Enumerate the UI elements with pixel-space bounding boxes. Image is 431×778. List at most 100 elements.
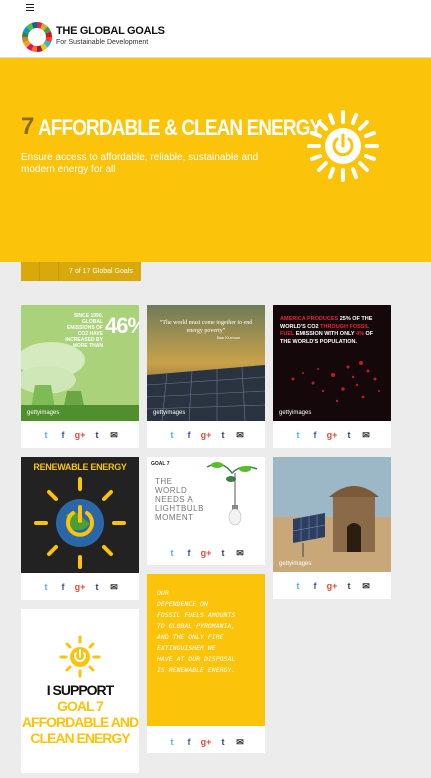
- media-card[interactable]: RENEWABLE ENERGY t f g+ t ✉: [21, 457, 139, 600]
- twitter-icon[interactable]: t: [166, 429, 178, 441]
- tumblr-icon[interactable]: t: [91, 429, 103, 441]
- quote-line: HAVE AT OUR DISPOSAL: [157, 655, 236, 663]
- google-plus-icon[interactable]: g+: [200, 736, 212, 748]
- email-icon[interactable]: ✉: [234, 736, 246, 748]
- quote-line: IS RENEWABLE ENERGY.: [157, 666, 236, 674]
- brand-name[interactable]: THE GLOBAL GOALS For Sustainable Develop…: [56, 26, 165, 48]
- facebook-icon[interactable]: f: [183, 736, 195, 748]
- email-icon[interactable]: ✉: [234, 429, 246, 441]
- support-line: GOAL 7: [57, 698, 104, 714]
- america-stat-e: 4%: [356, 331, 364, 337]
- card-image-quote[interactable]: OUR DEPENDENCE ON FOSSIL FUELS AMOUNTS T…: [147, 574, 265, 726]
- getty-watermark: gettyimages: [279, 561, 312, 567]
- email-icon[interactable]: ✉: [360, 429, 372, 441]
- emissions-percent: 46%: [105, 313, 139, 338]
- card-image-renewable-energy[interactable]: RENEWABLE ENERGY: [21, 457, 139, 573]
- lightbulb-vine-illustration: [206, 462, 258, 526]
- hamburger-menu-icon[interactable]: [26, 4, 34, 11]
- share-bar: t f g+ t ✉: [273, 429, 391, 441]
- top-bar: THE GLOBAL GOALS For Sustainable Develop…: [0, 0, 431, 58]
- goal-count-label: 7 of 17 Global Goals: [59, 262, 141, 281]
- quote-credit: Ban Ki-moon: [217, 335, 241, 340]
- twitter-icon[interactable]: t: [40, 581, 52, 593]
- goal-hero: 7 AFFORDABLE & CLEAN ENERGY Ensure acces…: [0, 58, 431, 262]
- brand-title: THE GLOBAL GOALS: [56, 25, 165, 37]
- tumblr-icon[interactable]: t: [217, 547, 229, 559]
- share-bar: t f g+ t ✉: [147, 547, 265, 559]
- share-bar: t f g+ t ✉: [21, 429, 139, 441]
- getty-watermark: gettyimages: [153, 410, 186, 416]
- getty-watermark: gettyimages: [27, 410, 60, 416]
- card-image-hut-solar[interactable]: gettyimages: [273, 457, 391, 572]
- quote-line: TO GLOBAL PYROMANIA,: [157, 622, 236, 630]
- facebook-icon[interactable]: f: [183, 429, 195, 441]
- quote-line: DEPENDENCE ON: [157, 600, 208, 608]
- card-image-i-support[interactable]: I SUPPORT GOAL 7 AFFORDABLE AND CLEAN EN…: [21, 609, 139, 773]
- quote-line: FOSSIL FUELS AMOUNTS: [157, 611, 236, 619]
- america-stat-text: AMERICA PRODUCES 25% OF THE WORLD'S CO2 …: [280, 316, 380, 346]
- google-plus-icon[interactable]: g+: [74, 581, 86, 593]
- next-goal-button[interactable]: [40, 262, 59, 281]
- media-card[interactable]: AMERICA PRODUCES 25% OF THE WORLD'S CO2 …: [273, 305, 391, 448]
- google-plus-icon[interactable]: g+: [200, 547, 212, 559]
- google-plus-icon[interactable]: g+: [200, 429, 212, 441]
- twitter-icon[interactable]: t: [292, 580, 304, 592]
- support-line: CLEAN ENERGY: [30, 730, 130, 746]
- emissions-text: SINCE 1990, GLOBAL EMISSIONS OF CO2 HAVE…: [65, 313, 103, 349]
- goal-paginator: 7 of 17 Global Goals: [21, 262, 141, 281]
- twitter-icon[interactable]: t: [40, 429, 52, 441]
- media-card[interactable]: gettyimages t f g+ t ✉: [273, 457, 391, 599]
- support-line: AFFORDABLE AND: [21, 714, 139, 730]
- email-icon[interactable]: ✉: [234, 547, 246, 559]
- support-text: I SUPPORT GOAL 7 AFFORDABLE AND CLEAN EN…: [21, 682, 139, 746]
- power-sun-icon: [59, 635, 101, 678]
- tumblr-icon[interactable]: t: [217, 429, 229, 441]
- quote-line: OUR: [157, 589, 169, 597]
- facebook-icon[interactable]: f: [309, 429, 321, 441]
- media-card[interactable]: GOAL 7 THE WORLD NEEDS A LIGHTBULB MOMEN…: [147, 457, 265, 565]
- globe-sun-icon: [34, 477, 126, 569]
- google-plus-icon[interactable]: g+: [326, 580, 338, 592]
- twitter-icon[interactable]: t: [166, 736, 178, 748]
- twitter-icon[interactable]: t: [292, 429, 304, 441]
- email-icon[interactable]: ✉: [108, 429, 120, 441]
- media-card[interactable]: “The world must come together to end ene…: [147, 305, 265, 448]
- america-stat-d: EMISSION WITH ONLY: [295, 331, 355, 337]
- tumblr-icon[interactable]: t: [91, 581, 103, 593]
- quote-line: AND THE ONLY FIRE: [157, 633, 224, 641]
- tumblr-icon[interactable]: t: [343, 429, 355, 441]
- card-image-lightbulb[interactable]: GOAL 7 THE WORLD NEEDS A LIGHTBULB MOMEN…: [147, 457, 265, 539]
- facebook-icon[interactable]: f: [309, 580, 321, 592]
- support-line: I SUPPORT: [46, 682, 114, 698]
- fossil-quote-text: OUR DEPENDENCE ON FOSSIL FUELS AMOUNTS T…: [157, 588, 261, 676]
- hut-solar-illustration: [273, 457, 391, 572]
- goal-description: Ensure access to affordable, reliable, s…: [21, 152, 259, 175]
- america-stat-a: AMERICA PRODUCES: [280, 316, 339, 322]
- twitter-icon[interactable]: t: [166, 547, 178, 559]
- email-icon[interactable]: ✉: [108, 581, 120, 593]
- google-plus-icon[interactable]: g+: [74, 429, 86, 441]
- getty-watermark: gettyimages: [279, 410, 312, 416]
- card-image-solar-panels[interactable]: “The world must come together to end ene…: [147, 305, 265, 421]
- google-plus-icon[interactable]: g+: [326, 429, 338, 441]
- email-icon[interactable]: ✉: [360, 580, 372, 592]
- facebook-icon[interactable]: f: [57, 581, 69, 593]
- tumblr-icon[interactable]: t: [343, 580, 355, 592]
- share-bar: t f g+ t ✉: [273, 580, 391, 592]
- page: THE GLOBAL GOALS For Sustainable Develop…: [0, 0, 431, 778]
- quote-text: “The world must come together to end ene…: [159, 320, 253, 334]
- goal-number: 7: [21, 113, 34, 140]
- global-goals-logo[interactable]: [21, 21, 53, 53]
- share-footer: t f g+ t ✉: [147, 726, 265, 753]
- facebook-icon[interactable]: f: [183, 547, 195, 559]
- tumblr-icon[interactable]: t: [217, 736, 229, 748]
- facebook-icon[interactable]: f: [57, 429, 69, 441]
- share-bar: t f g+ t ✉: [147, 736, 265, 748]
- media-card[interactable]: SINCE 1990, GLOBAL EMISSIONS OF CO2 HAVE…: [21, 305, 139, 448]
- prev-goal-button[interactable]: [21, 262, 40, 281]
- power-sun-icon: [307, 110, 379, 182]
- brand-subtitle: For Sustainable Development: [56, 39, 149, 46]
- card-image-america-map[interactable]: AMERICA PRODUCES 25% OF THE WORLD'S CO2 …: [273, 305, 391, 421]
- goal-title: AFFORDABLE & CLEAN ENERGY: [38, 115, 322, 140]
- card-image-emissions[interactable]: SINCE 1990, GLOBAL EMISSIONS OF CO2 HAVE…: [21, 305, 139, 421]
